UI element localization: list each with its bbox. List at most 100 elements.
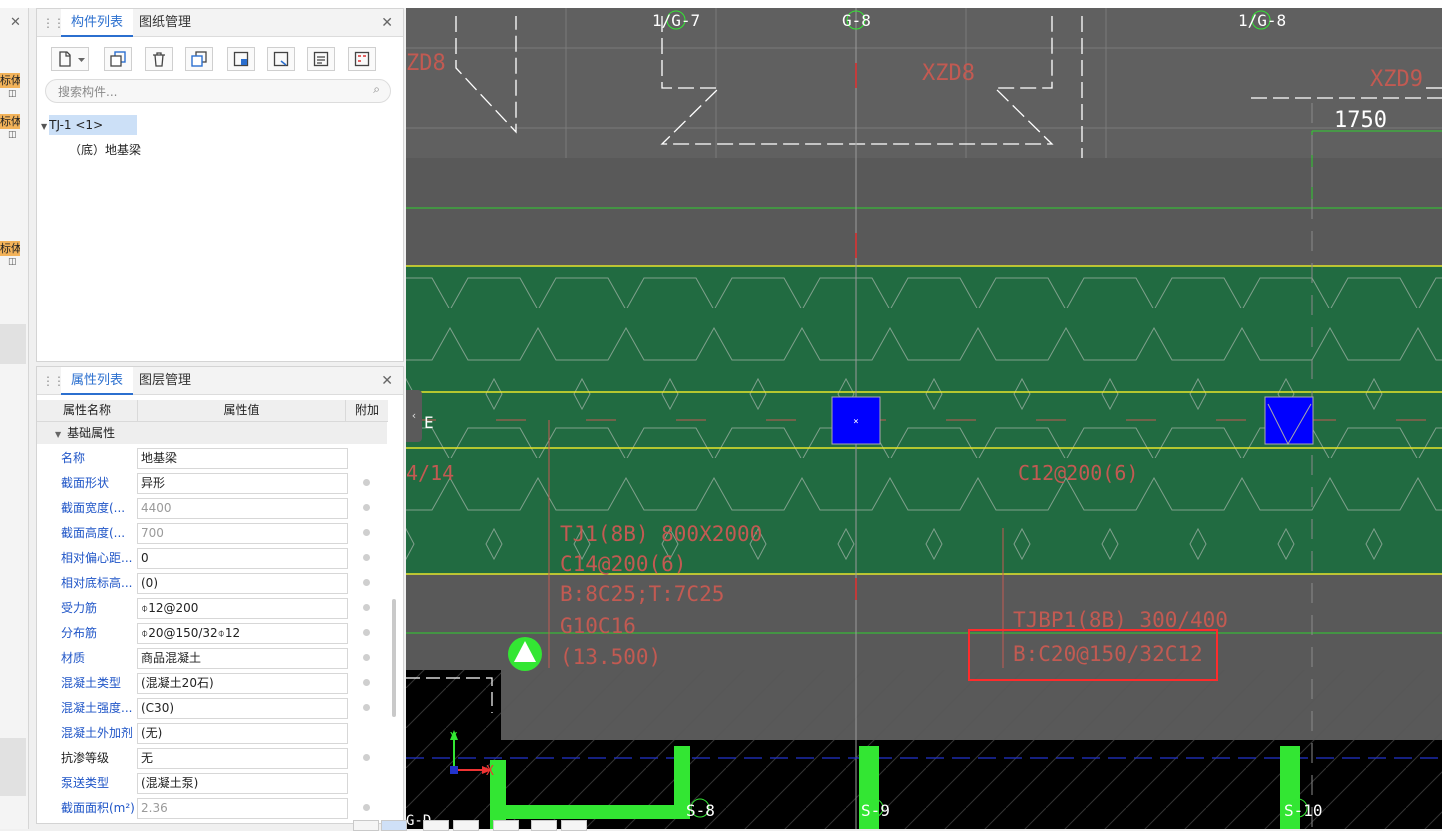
property-value-field[interactable]: (混凝土泵) bbox=[137, 773, 348, 794]
tab-component-list[interactable]: 构件列表 bbox=[61, 9, 134, 37]
property-row[interactable]: 混凝土强度... (C30) bbox=[37, 696, 389, 721]
search-input[interactable]: 搜索构件... ⌕ bbox=[45, 79, 391, 103]
bottom-tool-button[interactable] bbox=[561, 820, 587, 831]
property-value-field[interactable]: (混凝土20石) bbox=[137, 673, 348, 694]
property-value-field[interactable]: ⌽20@150/32⌽12 bbox=[137, 623, 348, 644]
panel-collapse-button[interactable]: ‹ bbox=[406, 390, 422, 442]
property-row[interactable]: 截面高度(... 700 bbox=[37, 521, 389, 546]
cad-drawing[interactable]: × 1/G-7 G-8 1/G-8 ZD8 XZD8 XZD9 1750 E 4… bbox=[406, 8, 1442, 829]
label-xzd8-left: ZD8 bbox=[406, 51, 446, 76]
save-component-button[interactable] bbox=[227, 47, 255, 71]
strip-selected-item[interactable] bbox=[0, 324, 26, 364]
label-tjbp1-rebar: B:C20@150/32C12 bbox=[1013, 642, 1203, 666]
tab-layer-management[interactable]: 图层管理 bbox=[129, 367, 201, 394]
extra-option-icon[interactable] bbox=[363, 754, 370, 761]
tree-item-child[interactable]: （底）地基梁 bbox=[69, 141, 141, 159]
close-icon[interactable]: ✕ bbox=[381, 373, 393, 389]
extra-option-icon[interactable] bbox=[363, 479, 370, 486]
export-component-button[interactable] bbox=[267, 47, 295, 71]
bottom-tool-button[interactable] bbox=[453, 820, 479, 831]
extra-option-icon[interactable] bbox=[363, 679, 370, 686]
group-basic-properties[interactable]: ▼ 基础属性 bbox=[37, 422, 387, 444]
label-tj1-name: TJ1(8B) 800X2000 bbox=[560, 522, 762, 546]
property-name: 混凝土强度... bbox=[61, 701, 133, 715]
bottom-tool-button[interactable] bbox=[423, 820, 449, 831]
bottom-tool-button[interactable] bbox=[381, 820, 407, 831]
tree-expand-icon[interactable]: ▼ bbox=[41, 122, 47, 131]
group-collapse-icon[interactable]: ▼ bbox=[55, 430, 61, 439]
property-row[interactable]: 截面面积(m²) 2.36 bbox=[37, 796, 389, 821]
delete-icon bbox=[153, 52, 165, 67]
property-row[interactable]: 混凝土类型 (混凝土20石) bbox=[37, 671, 389, 696]
property-value-field[interactable]: (无) bbox=[137, 723, 348, 744]
extra-option-icon[interactable] bbox=[363, 529, 370, 536]
property-value-field[interactable]: (0) bbox=[137, 573, 348, 594]
list-icon bbox=[313, 51, 329, 67]
left-side-strip: ✕ 标体验 ◫ 标体验 ◫ 标体验 ◫ bbox=[0, 8, 29, 829]
property-name: 名称 bbox=[61, 451, 86, 465]
property-value-field[interactable]: 700 bbox=[137, 523, 348, 544]
property-row[interactable]: 受力筋 ⌽12@200 bbox=[37, 596, 389, 621]
property-value-field[interactable]: 4400 bbox=[137, 498, 348, 519]
band bbox=[406, 158, 1442, 266]
delete-component-button[interactable] bbox=[145, 47, 173, 71]
calc-button[interactable] bbox=[348, 47, 376, 71]
property-value-field[interactable]: 无 bbox=[137, 748, 348, 769]
tab-drawing-management[interactable]: 图纸管理 bbox=[129, 9, 201, 36]
property-value-field[interactable]: 商品混凝土 bbox=[137, 648, 348, 669]
property-row[interactable]: 抗渗等级 无 bbox=[37, 746, 389, 771]
extra-option-icon[interactable] bbox=[363, 604, 370, 611]
experience-badge[interactable]: 标体验 bbox=[0, 114, 20, 129]
strip-lower-item[interactable] bbox=[0, 738, 26, 796]
chevron-left-icon: ‹ bbox=[411, 409, 417, 422]
property-row[interactable]: 材质 商品混凝土 bbox=[37, 646, 389, 671]
drawing-canvas[interactable]: × 1/G-7 G-8 1/G-8 ZD8 XZD8 XZD9 1750 E 4… bbox=[406, 8, 1442, 829]
experience-badge[interactable]: 标体验 bbox=[0, 73, 20, 88]
bottom-tool-button[interactable] bbox=[531, 820, 557, 831]
property-row[interactable]: 截面宽度(... 4400 bbox=[37, 496, 389, 521]
property-value-field[interactable]: 异形 bbox=[137, 473, 348, 494]
property-value-field[interactable]: 地基梁 bbox=[137, 448, 348, 469]
column-g8b[interactable] bbox=[1264, 396, 1314, 445]
y-axis-label: Y bbox=[450, 730, 458, 744]
property-value-field[interactable]: ⌽12@200 bbox=[137, 598, 348, 619]
copy-component-button[interactable] bbox=[104, 47, 132, 71]
extra-option-icon[interactable] bbox=[363, 704, 370, 711]
extra-option-icon[interactable] bbox=[363, 554, 370, 561]
property-name: 截面宽度(... bbox=[61, 501, 126, 515]
export-icon bbox=[273, 51, 289, 67]
property-name: 相对偏心距... bbox=[61, 551, 133, 565]
label-tj1-stirrup: C14@200(6) bbox=[560, 552, 686, 576]
list-view-button[interactable] bbox=[307, 47, 335, 71]
property-value-field[interactable]: (C30) bbox=[137, 698, 348, 719]
property-row[interactable]: 分布筋 ⌽20@150/32⌽12 bbox=[37, 621, 389, 646]
property-row[interactable]: 相对偏心距... 0 bbox=[37, 546, 389, 571]
property-name: 受力筋 bbox=[61, 601, 98, 615]
bottom-tool-button[interactable] bbox=[493, 820, 519, 831]
close-icon[interactable]: ✕ bbox=[381, 15, 393, 31]
search-icon[interactable]: ⌕ bbox=[373, 82, 380, 97]
property-row[interactable]: 泵送类型 (混凝土泵) bbox=[37, 771, 389, 796]
new-component-button[interactable] bbox=[51, 47, 89, 71]
property-value-field[interactable]: 2.36 bbox=[137, 798, 348, 819]
extra-option-icon[interactable] bbox=[363, 654, 370, 661]
property-value-field[interactable]: 0 bbox=[137, 548, 348, 569]
property-row[interactable]: 混凝土外加剂 (无) bbox=[37, 721, 389, 746]
extra-option-icon[interactable] bbox=[363, 504, 370, 511]
bottom-tool-button[interactable] bbox=[353, 820, 379, 831]
extra-option-icon[interactable] bbox=[363, 804, 370, 811]
property-row[interactable]: 截面形状 异形 bbox=[37, 471, 389, 496]
extra-option-icon[interactable] bbox=[363, 579, 370, 586]
left-strip-close-icon[interactable]: ✕ bbox=[10, 15, 21, 30]
property-row[interactable]: 名称 地基梁 bbox=[37, 446, 389, 471]
tree-item-root[interactable]: ▼ TJ-1 <1> bbox=[41, 115, 137, 135]
property-scrollbar[interactable] bbox=[392, 599, 396, 717]
extra-option-icon[interactable] bbox=[363, 629, 370, 636]
tab-property-list[interactable]: 属性列表 bbox=[61, 367, 134, 395]
layer-copy-button[interactable] bbox=[185, 47, 213, 71]
label-xzd8: XZD8 bbox=[922, 61, 975, 86]
experience-badge[interactable]: 标体验 bbox=[0, 241, 20, 256]
axis-label-e: E bbox=[424, 413, 434, 432]
property-row[interactable]: 相对底标高... (0) bbox=[37, 571, 389, 596]
copy-icon bbox=[110, 51, 126, 67]
